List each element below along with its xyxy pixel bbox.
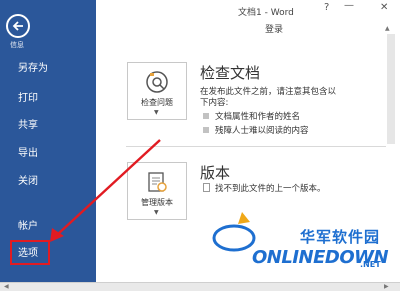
watermark-domain: .NET: [360, 260, 381, 269]
horizontal-scrollbar[interactable]: ◀ ▶: [0, 282, 400, 291]
watermark-chinese: 华军软件园: [300, 228, 381, 246]
watermark-logo-icon: [212, 212, 256, 252]
scroll-left-icon[interactable]: ◀: [4, 283, 9, 291]
scroll-right-icon[interactable]: ▶: [384, 283, 389, 291]
